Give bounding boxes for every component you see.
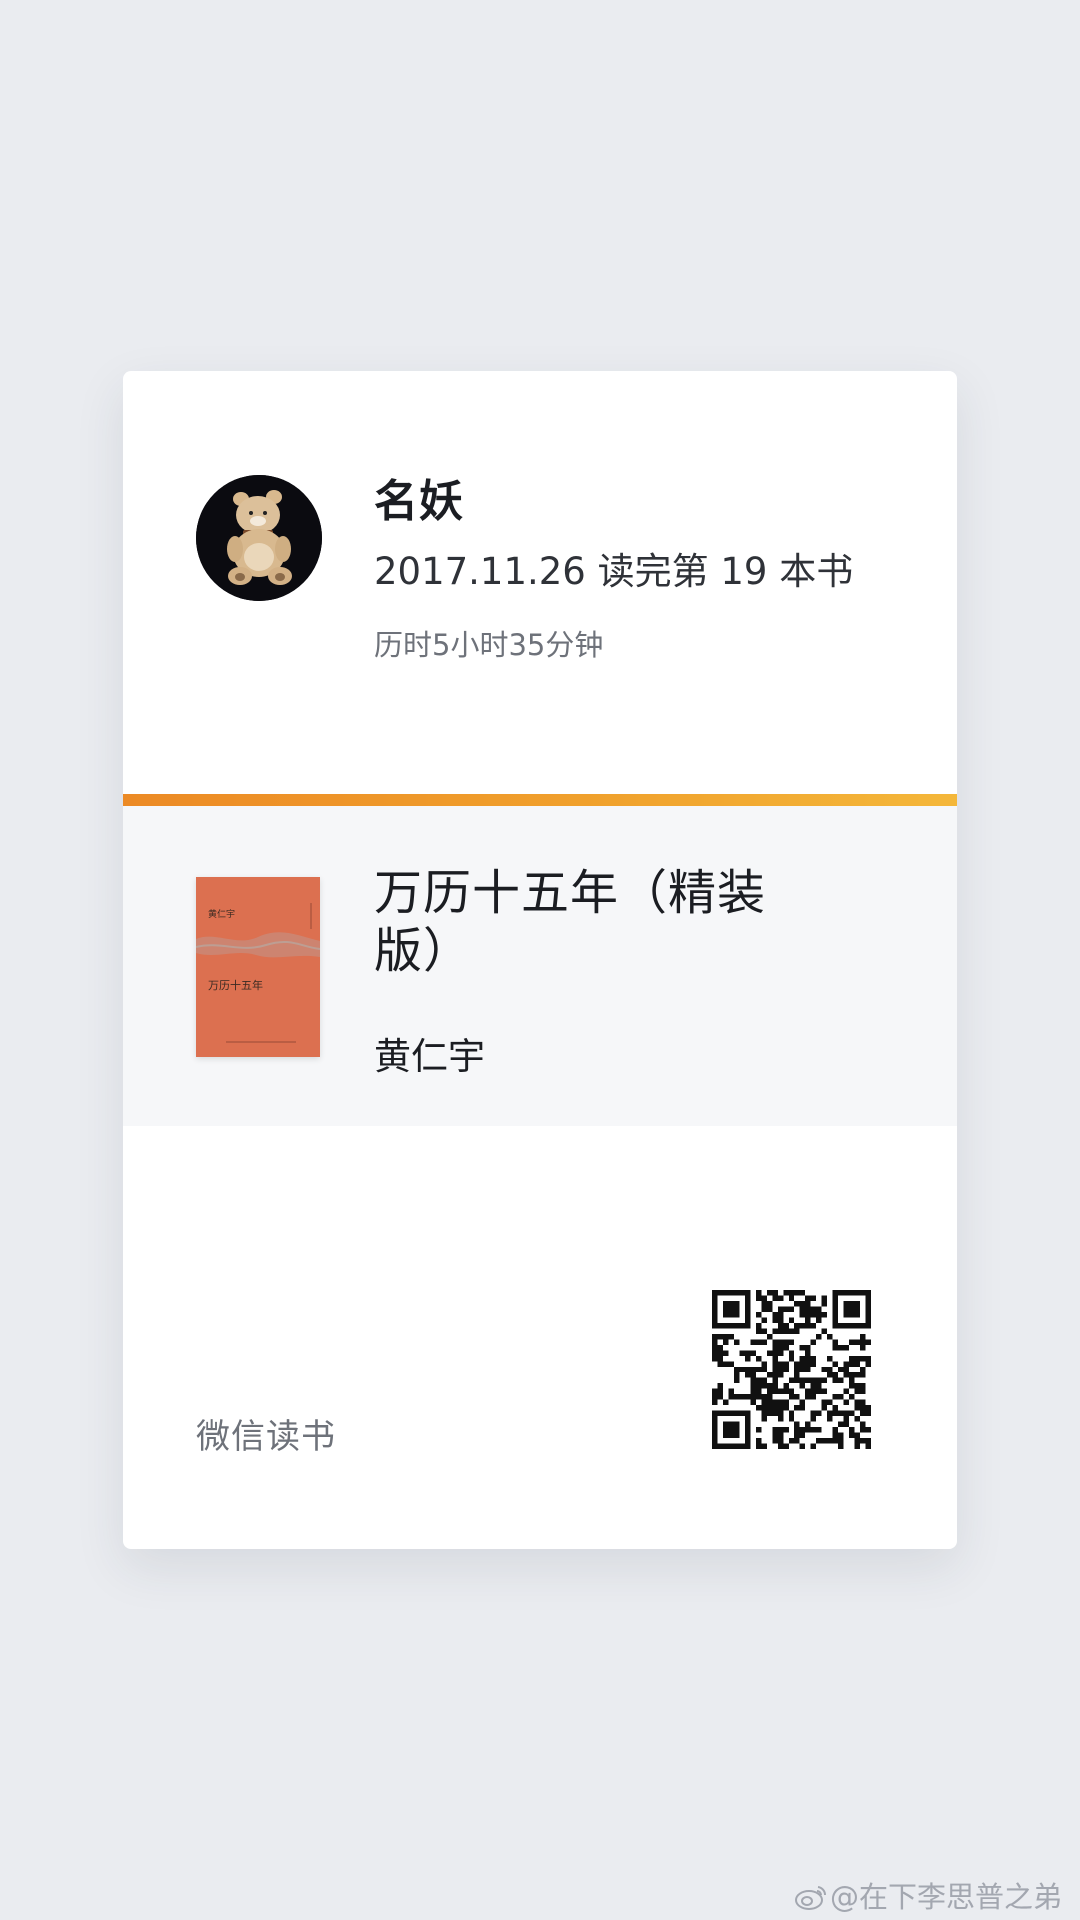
reading-progress-text: 2017.11.26 读完第 19 本书 (374, 550, 854, 593)
accent-divider (123, 794, 957, 806)
avatar[interactable] (196, 475, 322, 601)
user-name: 名妖 (374, 476, 464, 527)
qr-code (712, 1290, 871, 1449)
book-author: 黄仁宇 (374, 1035, 485, 1078)
share-card: 名妖 2017.11.26 读完第 19 本书 历时5小时35分钟 黄仁宇 万历… (123, 371, 957, 1549)
cover-author: 黄仁宇 (208, 908, 235, 920)
book-title[interactable]: 万历十五年（精装版） (374, 864, 774, 980)
bear-avatar-icon (196, 475, 322, 601)
weibo-icon (794, 1883, 828, 1918)
brand-label: 微信读书 (196, 1417, 336, 1457)
watermark-text: @在下李思普之弟 (830, 1880, 1063, 1914)
qr-code-icon (712, 1290, 871, 1449)
watermark: @在下李思普之弟 (794, 1874, 1062, 1918)
book-cover[interactable]: 黄仁宇 万历十五年 (196, 877, 320, 1057)
reading-duration-text: 历时5小时35分钟 (374, 628, 604, 662)
book-section[interactable]: 黄仁宇 万历十五年 万历十五年（精装版） 黄仁宇 (123, 806, 957, 1126)
cover-title: 万历十五年 (208, 978, 263, 992)
